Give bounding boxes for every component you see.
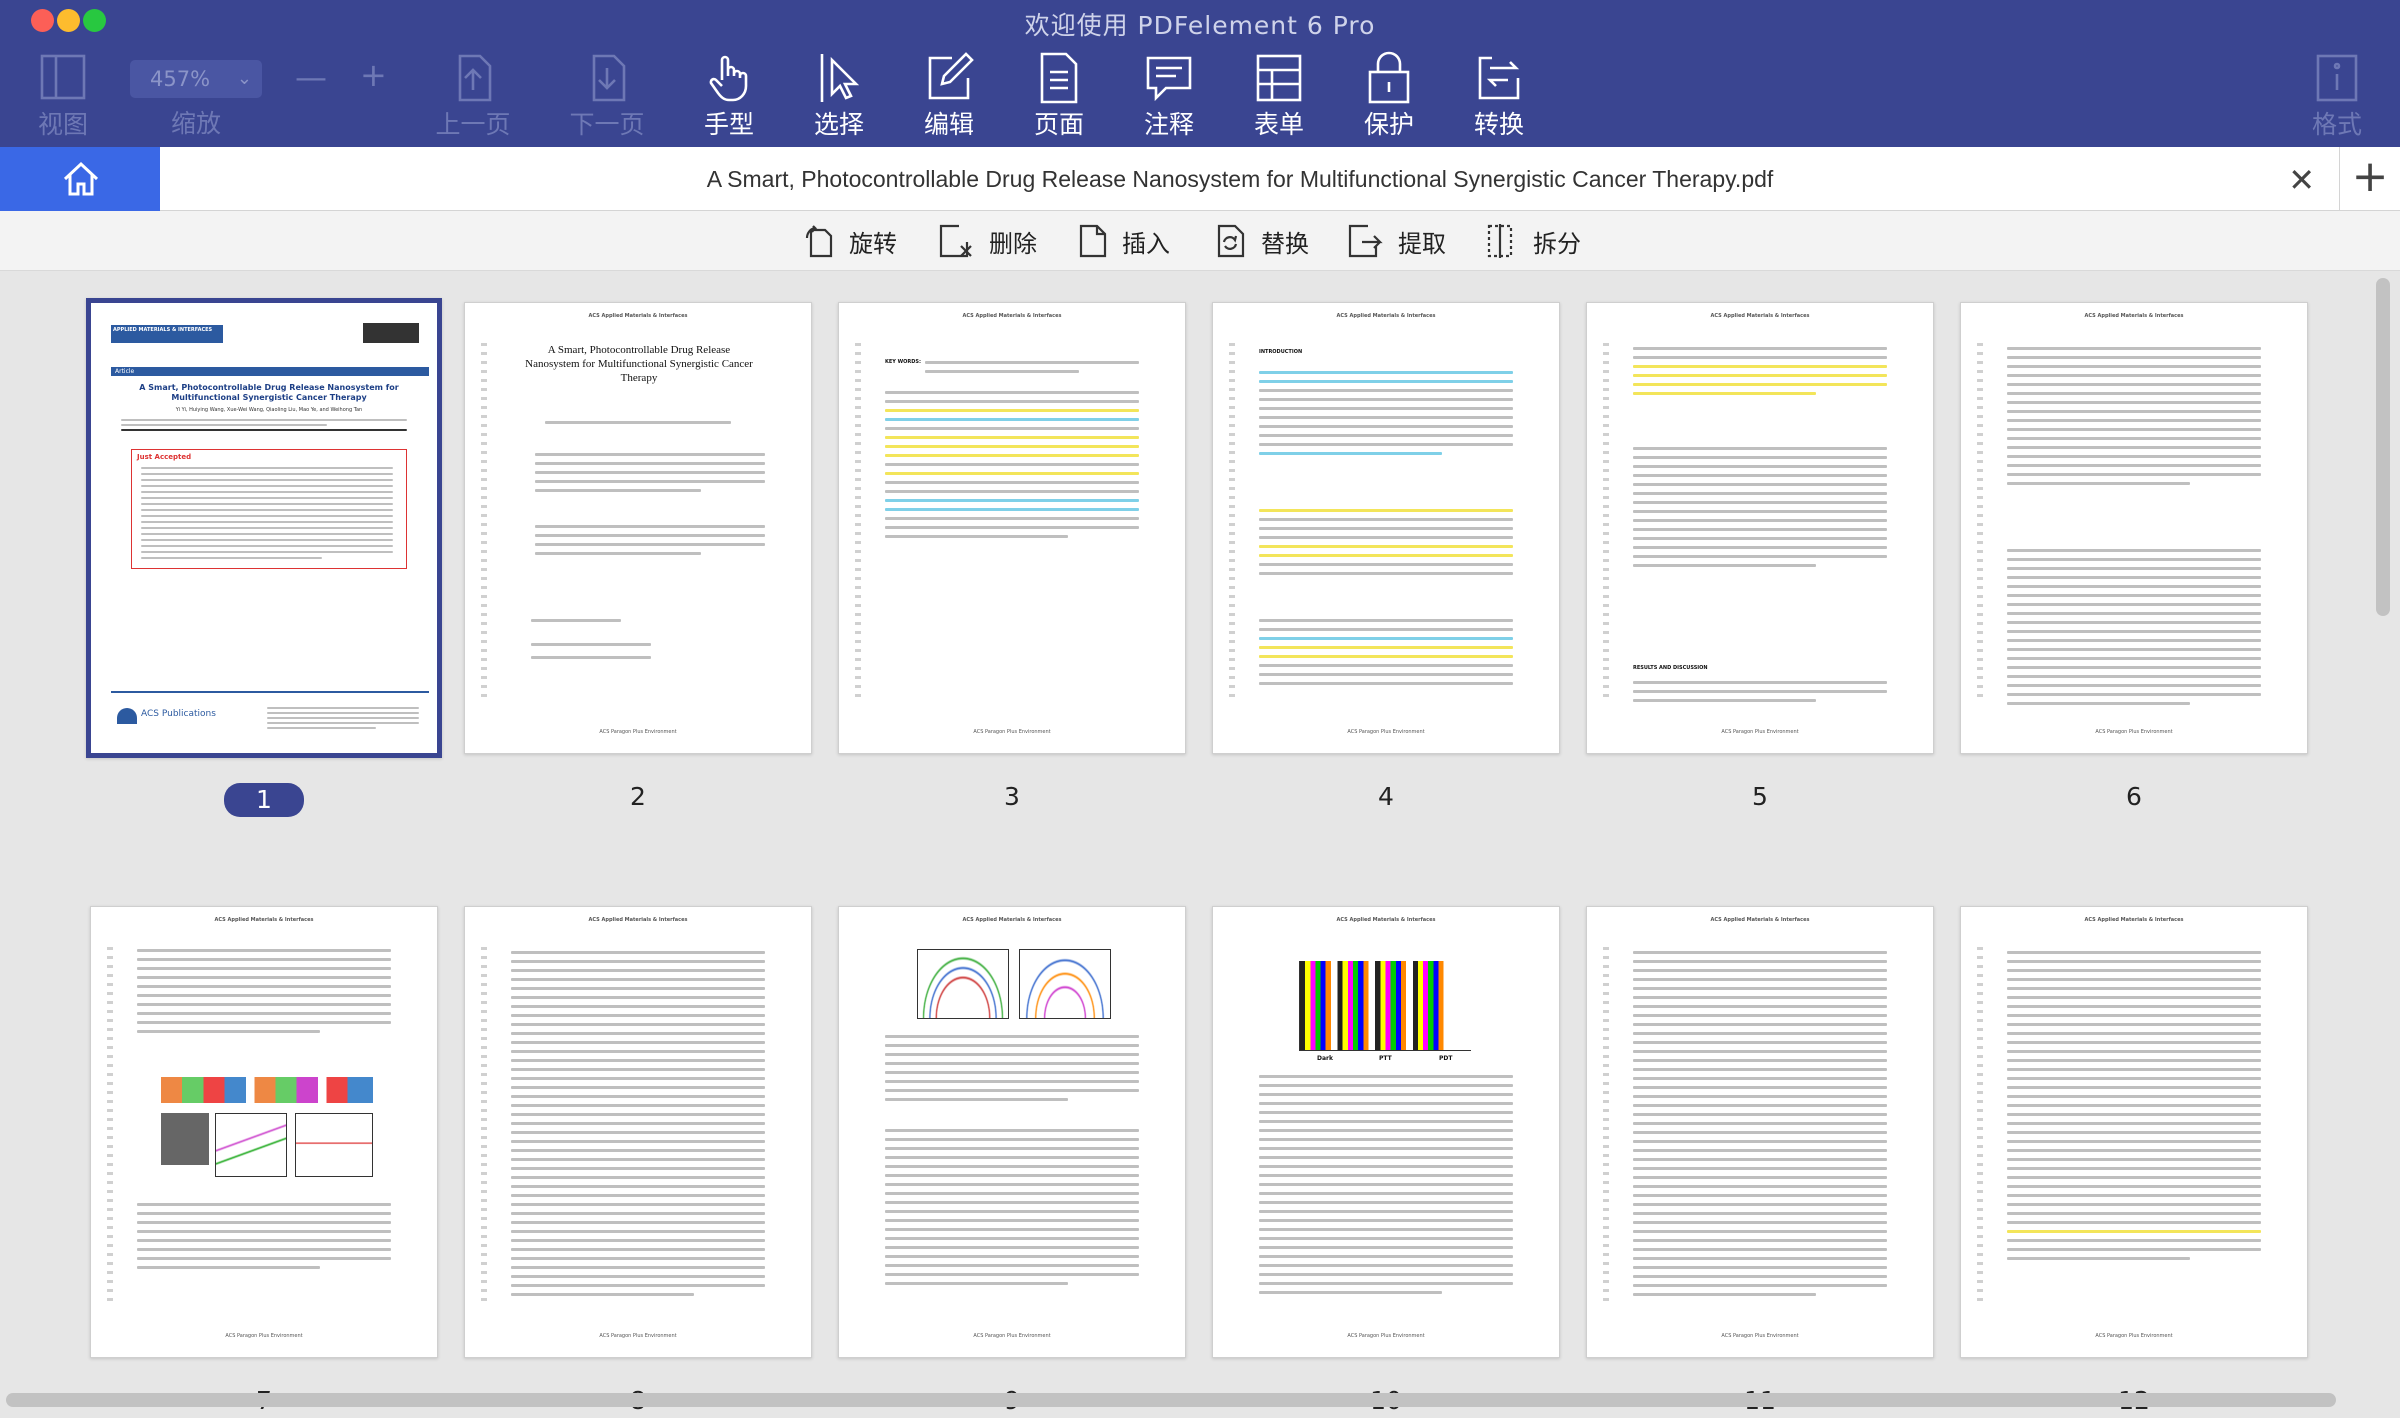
page-tool-button[interactable]: 页面 xyxy=(1014,50,1104,142)
format-panel-button[interactable]: 格式 xyxy=(2292,50,2382,142)
convert-icon xyxy=(1478,56,1520,100)
page-toolbar: 旋转 删除 插入 替换 提取 拆分 xyxy=(0,211,2400,271)
page-number-1[interactable]: 1 xyxy=(224,783,304,817)
figure-3-category-ptt: PTT xyxy=(1379,1055,1392,1062)
page-thumbnail-6[interactable]: ACS Applied Materials & Interfaces ACS P… xyxy=(1960,302,2308,754)
prev-page-icon xyxy=(458,54,492,102)
vertical-scrollbar[interactable] xyxy=(2376,278,2390,616)
results-heading: RESULTS AND DISCUSSION xyxy=(1633,665,1708,671)
journal-logo-text: APPLIED MATERIALS & INTERFACES xyxy=(113,327,213,333)
zoom-label: 缩放 xyxy=(170,109,221,138)
accepted-text xyxy=(141,467,393,563)
page-icon xyxy=(1040,52,1078,104)
toolbar: 欢迎使用 PDFelement 6 Pro 视图 457% ⌄ 缩放 — + 上… xyxy=(0,0,2400,147)
figure-1-scheme xyxy=(161,1077,373,1103)
rotate-icon xyxy=(805,225,833,258)
horizontal-scrollbar[interactable] xyxy=(6,1393,2336,1407)
page-number-3[interactable]: 3 xyxy=(972,782,1052,811)
figure-2-spectrum-b xyxy=(1019,949,1111,1019)
protect-tool-button[interactable]: 保护 xyxy=(1344,50,1434,142)
thumbnail-grid: APPLIED MATERIALS & INTERFACES Article A… xyxy=(0,272,2400,1418)
introduction-heading: INTRODUCTION xyxy=(1259,349,1303,355)
replace-page-icon xyxy=(1217,224,1245,258)
page-number-5[interactable]: 5 xyxy=(1720,782,1800,811)
publisher-info xyxy=(267,707,419,732)
select-tool-button[interactable]: 选择 xyxy=(794,50,884,142)
institution-logo xyxy=(363,323,419,343)
delete-page-icon xyxy=(939,224,972,258)
accepted-label: Just Accepted xyxy=(137,453,192,461)
view-icon xyxy=(40,54,86,100)
hand-icon xyxy=(709,55,748,102)
page-number-6[interactable]: 6 xyxy=(2094,782,2174,811)
paper-title: A Smart, Photocontrollable Drug Release … xyxy=(525,344,753,384)
document-tab[interactable]: A Smart, Photocontrollable Drug Release … xyxy=(160,147,2340,211)
chevron-down-icon: ⌄ xyxy=(236,68,252,89)
acs-logo-icon xyxy=(117,708,137,724)
footer-rule xyxy=(111,691,429,693)
zoom-select[interactable]: 457% ⌄ xyxy=(130,60,262,98)
page-thumbnail-11[interactable]: ACS Applied Materials & Interfaces ACS P… xyxy=(1586,906,1934,1358)
figure-3-category-pdt: PDT xyxy=(1439,1055,1453,1062)
delete-page-button[interactable]: 删除 xyxy=(939,223,1037,259)
page-number-4[interactable]: 4 xyxy=(1346,782,1426,811)
figure-3-category-dark: Dark xyxy=(1317,1055,1333,1062)
page-thumbnail-4[interactable]: ACS Applied Materials & Interfaces INTRO… xyxy=(1212,302,1560,754)
page-thumbnail-3[interactable]: ACS Applied Materials & Interfaces KEY W… xyxy=(838,302,1186,754)
insert-page-button[interactable]: 插入 xyxy=(1078,223,1170,259)
figure-1-plot-a xyxy=(161,1113,209,1165)
page-number-2[interactable]: 2 xyxy=(598,782,678,811)
add-tab-button[interactable]: + xyxy=(2340,147,2400,211)
replace-page-button[interactable]: 替换 xyxy=(1213,223,1309,259)
info-icon xyxy=(2316,54,2358,102)
page-thumbnail-5[interactable]: ACS Applied Materials & Interfaces RESUL… xyxy=(1586,302,1934,754)
split-icon xyxy=(1487,224,1513,258)
article-label: Article xyxy=(111,367,429,376)
publisher-label: ACS Publications xyxy=(141,709,216,719)
prev-page-button[interactable]: 上一页 xyxy=(428,50,518,142)
figure-1-plot-b xyxy=(215,1113,287,1177)
home-icon xyxy=(63,161,99,196)
document-tab-title: A Smart, Photocontrollable Drug Release … xyxy=(706,166,1774,192)
window-title: 欢迎使用 PDFelement 6 Pro xyxy=(1024,11,1376,40)
next-page-button[interactable]: 下一页 xyxy=(562,50,652,142)
figure-1-plot-c xyxy=(295,1113,373,1177)
hand-tool-button[interactable]: 手型 xyxy=(684,50,774,142)
select-cursor-icon xyxy=(820,54,860,102)
comment-icon xyxy=(1146,56,1192,102)
zoom-out-button[interactable]: — xyxy=(295,58,327,96)
insert-page-icon xyxy=(1079,224,1107,258)
next-page-icon xyxy=(592,54,626,102)
lock-icon xyxy=(1368,51,1410,104)
tab-bar: A Smart, Photocontrollable Drug Release … xyxy=(0,147,2400,211)
split-document-button[interactable]: 拆分 xyxy=(1483,223,1581,259)
comment-tool-button[interactable]: 注释 xyxy=(1124,50,1214,142)
view-button[interactable]: 视图 xyxy=(18,50,108,142)
page-thumbnail-10[interactable]: ACS Applied Materials & Interfaces Dark … xyxy=(1212,906,1560,1358)
page-thumbnail-2[interactable]: ACS Applied Materials & Interfaces A Sma… xyxy=(464,302,812,754)
article-authors: Yi Yi, Huiying Wang, Xue-Wei Wang, Qiaol… xyxy=(175,407,363,413)
article-metadata xyxy=(121,419,407,434)
keywords-label: KEY WORDS: xyxy=(885,359,922,365)
page-thumbnail-1[interactable]: APPLIED MATERIALS & INTERFACES Article A… xyxy=(86,298,442,758)
zoom-in-button[interactable]: + xyxy=(360,56,387,94)
extract-page-icon xyxy=(1348,224,1383,258)
page-thumbnail-8[interactable]: ACS Applied Materials & Interfaces ACS P… xyxy=(464,906,812,1358)
home-tab[interactable] xyxy=(0,147,160,211)
edit-tool-button[interactable]: 编辑 xyxy=(904,50,994,142)
page-thumbnail-9[interactable]: ACS Applied Materials & Interfaces ACS P… xyxy=(838,906,1186,1358)
form-tool-button[interactable]: 表单 xyxy=(1234,50,1324,142)
article-title: A Smart, Photocontrollable Drug Release … xyxy=(139,383,399,402)
figure-3-bar-chart xyxy=(1299,961,1471,1051)
convert-tool-button[interactable]: 转换 xyxy=(1454,50,1544,142)
close-tab-button[interactable]: ✕ xyxy=(2288,161,2315,199)
figure-2-spectrum-a xyxy=(917,949,1009,1019)
page-thumbnail-12[interactable]: ACS Applied Materials & Interfaces ACS P… xyxy=(1960,906,2308,1358)
page-thumbnail-7[interactable]: ACS Applied Materials & Interfaces ACS P… xyxy=(90,906,438,1358)
extract-page-button[interactable]: 提取 xyxy=(1348,223,1446,259)
rotate-button[interactable]: 旋转 xyxy=(803,223,897,259)
edit-pencil-icon xyxy=(928,52,974,100)
form-icon xyxy=(1256,54,1302,102)
